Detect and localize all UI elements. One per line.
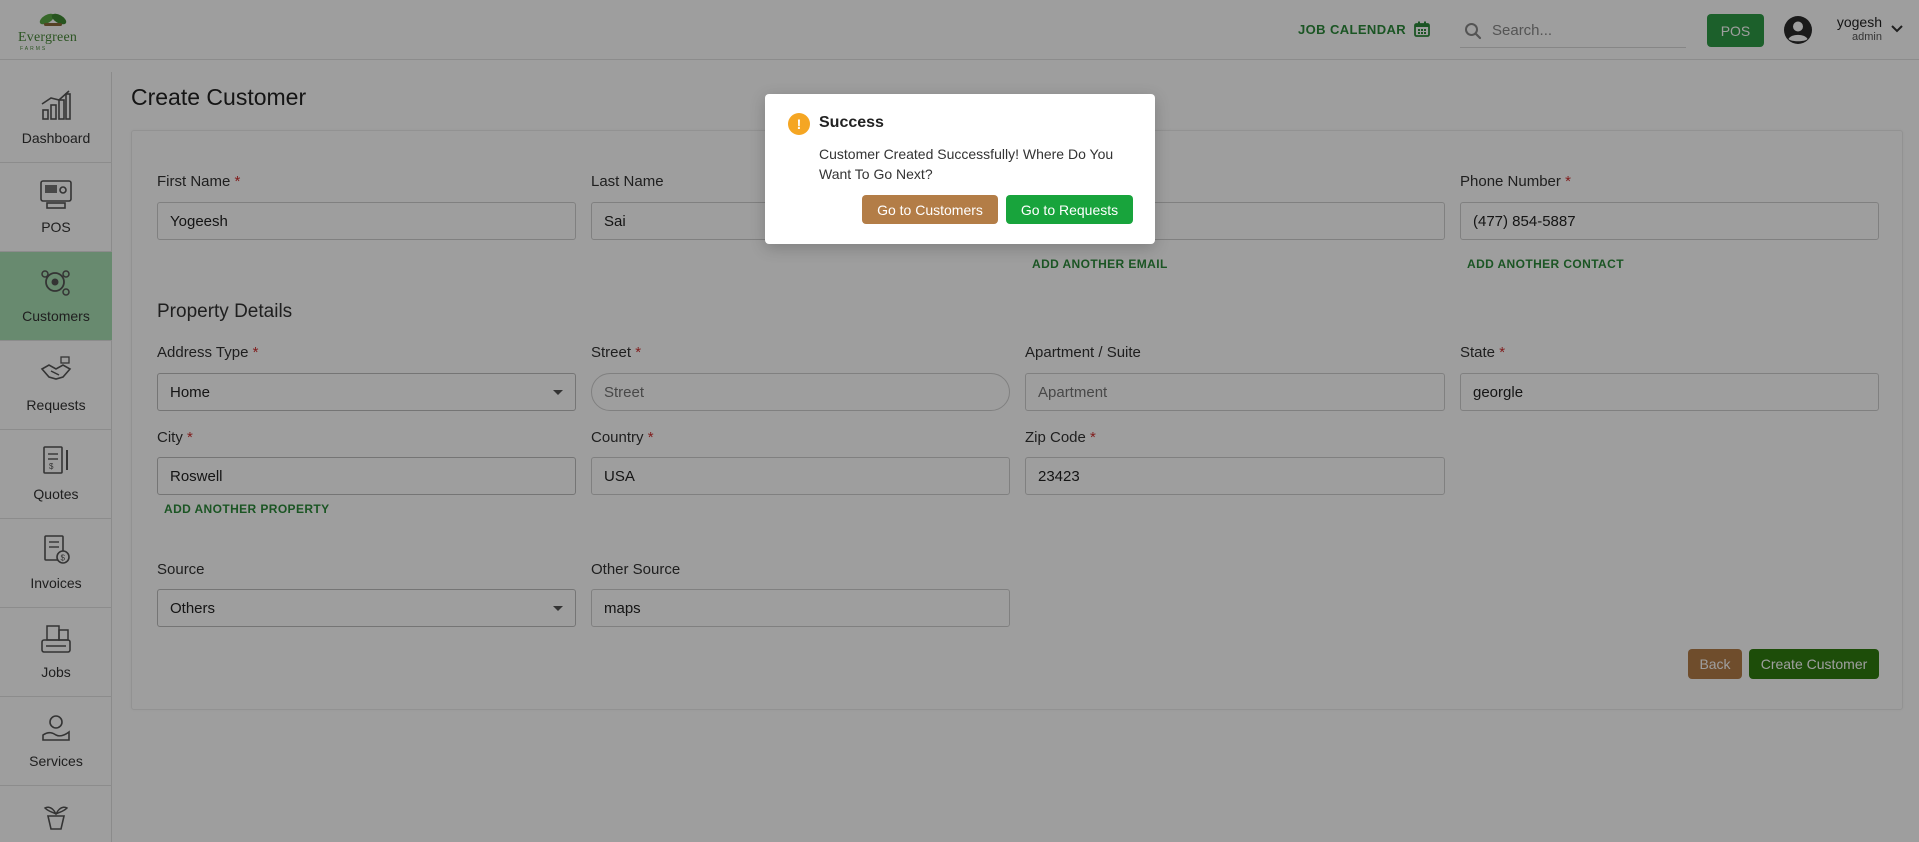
go-to-requests-button[interactable]: Go to Requests: [1006, 195, 1133, 224]
success-dialog: ! Success Customer Created Successfully!…: [765, 94, 1155, 244]
dialog-title: Success: [819, 114, 884, 131]
go-to-customers-button[interactable]: Go to Customers: [862, 195, 998, 224]
warning-icon: !: [788, 113, 810, 135]
dialog-message: Customer Created Successfully! Where Do …: [819, 146, 1114, 182]
